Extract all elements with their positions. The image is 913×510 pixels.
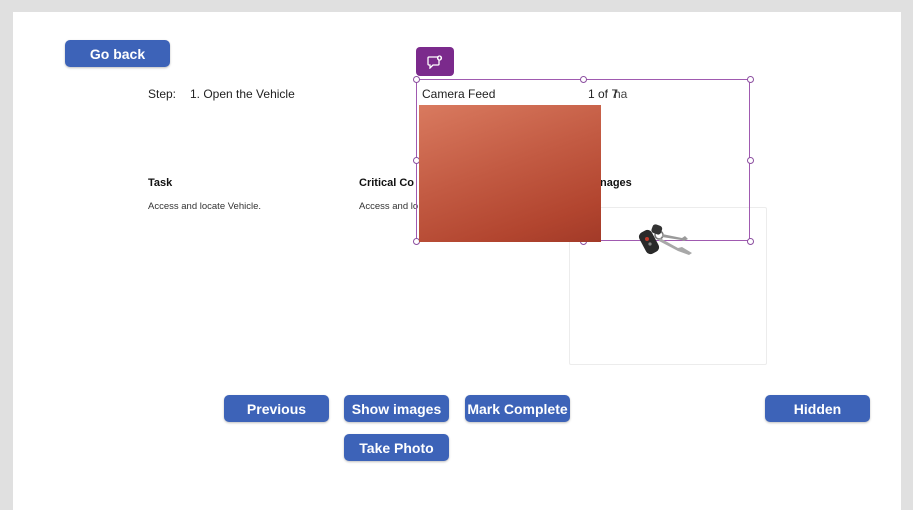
task-heading: Task: [148, 177, 173, 189]
resize-handle-right[interactable]: [747, 157, 754, 164]
hidden-button[interactable]: Hidden: [765, 395, 870, 422]
critical-heading: Critical Co: [359, 177, 415, 189]
go-back-button[interactable]: Go back: [65, 40, 170, 67]
camera-feed-label: Camera Feed: [422, 87, 496, 101]
comment-add-icon: [427, 54, 443, 69]
resize-handle-top-left[interactable]: [413, 76, 420, 83]
camera-feed[interactable]: [419, 105, 601, 242]
mark-complete-button[interactable]: Mark Complete: [465, 395, 570, 422]
critical-text: Access and lo: [359, 201, 419, 212]
previous-button[interactable]: Previous: [224, 395, 329, 422]
comment-button[interactable]: [416, 47, 454, 76]
show-images-button[interactable]: Show images: [344, 395, 449, 422]
step-value: 1. Open the Vehicle: [190, 87, 295, 101]
take-photo-button[interactable]: Take Photo: [344, 434, 449, 461]
resize-handle-top[interactable]: [580, 76, 587, 83]
image-counter-overlap: ha: [614, 87, 628, 101]
resize-handle-top-right[interactable]: [747, 76, 754, 83]
car-keys-icon: [638, 224, 692, 255]
task-text: Access and locate Vehicle.: [148, 201, 262, 212]
step-label: Step:: [148, 87, 177, 101]
resize-handle-bottom-right[interactable]: [747, 238, 754, 245]
